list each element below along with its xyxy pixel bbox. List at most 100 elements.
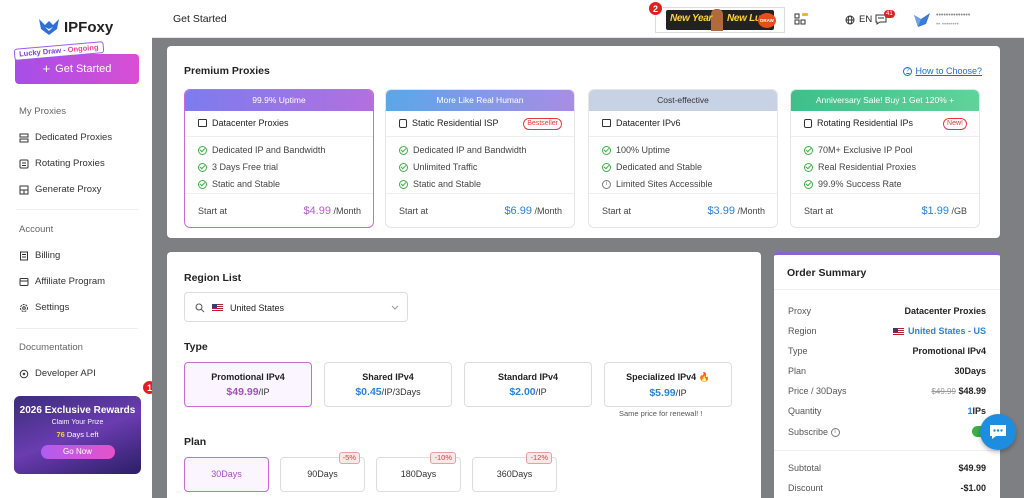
card-name-label: Datacenter IPv6	[616, 118, 681, 128]
type-option-price-value: $5.99	[649, 387, 676, 399]
card-feature-label: 100% Uptime	[616, 145, 671, 155]
shield-icon	[399, 118, 407, 128]
sidebar-item-affiliate-program[interactable]: Affiliate Program	[19, 276, 105, 287]
card-footer: Start at $1.99 /GB	[791, 193, 979, 227]
order-row-key: Quantity	[788, 406, 822, 416]
type-option-unit: /IP	[535, 387, 547, 397]
order-row-quantity: Quantity 1IPs	[788, 406, 986, 416]
card-price-unit: /Month	[333, 206, 361, 216]
order-summary-panel: Order Summary Proxy Datacenter Proxies Re…	[774, 252, 1000, 498]
plan-option-30days[interactable]: 30Days	[184, 457, 269, 492]
card-feature-label: 3 Days Free trial	[212, 162, 279, 172]
reward-promo-card[interactable]: 2026 Exclusive Rewards Claim Your Prize …	[7, 390, 148, 493]
check-icon	[198, 162, 207, 172]
sidebar-item-billing[interactable]: Billing	[19, 250, 60, 261]
order-row-key: Type	[788, 346, 808, 356]
sidebar-item-dedicated-proxies[interactable]: Dedicated Proxies	[19, 132, 112, 143]
brand-logo[interactable]: IPFoxy	[38, 18, 113, 36]
order-old-price: $49.99	[931, 387, 956, 396]
order-price-value: $48.99	[958, 386, 986, 396]
language-selector[interactable]: EN	[845, 14, 872, 25]
type-option-specialized-ipv4[interactable]: Specialized IPv4 🔥 $5.99/IP	[604, 362, 732, 407]
type-option-price-value: $0.45	[355, 386, 382, 398]
card-feature-label: 99.9% Success Rate	[818, 179, 902, 189]
plan-title: Plan	[184, 436, 207, 448]
sidebar-item-settings[interactable]: Settings	[19, 302, 69, 313]
banner-draw-button[interactable]: DRAW	[758, 13, 776, 28]
reward-banner: 2026 Exclusive Rewards Claim Your Prize …	[14, 396, 141, 474]
plan-option-90days[interactable]: 90Days -5%	[280, 452, 365, 492]
sidebar-item-rotating-proxies[interactable]: Rotating Proxies	[19, 158, 105, 169]
region-list-title: Region List	[184, 272, 242, 284]
order-row-price: Price / 30Days $49.99 $48.99	[788, 386, 986, 396]
card-feature-label: Static and Stable	[212, 179, 281, 189]
card-datacenter-ipv6[interactable]: Cost-effective Datacenter IPv6 100% Upti…	[588, 89, 778, 228]
avatar[interactable]	[913, 12, 931, 28]
region-selected-value: United States	[230, 303, 285, 313]
card-divider	[791, 136, 979, 137]
discount-badge: -10%	[430, 452, 456, 464]
new-year-lucky-draw-banner[interactable]: New Year New Luck DRAW	[655, 7, 785, 33]
region-select[interactable]: United States	[184, 292, 408, 322]
brand-name: IPFoxy	[64, 18, 114, 36]
how-to-choose-link[interactable]: ? How to Choose?	[903, 66, 982, 76]
start-at-label: Start at	[399, 206, 429, 216]
card-price-unit: /GB	[951, 206, 967, 216]
type-option-price: $2.00/IP	[465, 386, 591, 398]
rotating-ip-icon	[804, 118, 812, 128]
lucky-draw-status: Ongoing	[67, 42, 99, 55]
card-feature-label: Dedicated and Stable	[616, 162, 703, 172]
plan-option-label: 360Days	[496, 469, 533, 479]
order-row-key: Region	[788, 326, 817, 336]
type-option-shared-ipv4[interactable]: Shared IPv4 $0.45/IP/3Days	[324, 362, 452, 407]
globe-icon	[845, 15, 855, 24]
card-name-label: Rotating Residential IPs	[817, 118, 914, 128]
page-title: Get Started	[173, 13, 227, 25]
type-option-name: Shared IPv4	[362, 372, 414, 382]
card-static-residential-isp[interactable]: More Like Real Human Static Residential …	[385, 89, 575, 228]
sidebar-item-developer-api[interactable]: Developer API	[19, 368, 96, 379]
plan-option-180days[interactable]: 180Days -10%	[376, 452, 461, 492]
info-icon: i	[830, 428, 840, 438]
card-feature: Unlimited Traffic	[399, 162, 477, 172]
card-feature: Dedicated IP and Bandwidth	[198, 145, 325, 155]
type-option-promotional-ipv4[interactable]: Promotional IPv4 $49.99/IP	[184, 362, 312, 407]
type-option-standard-ipv4[interactable]: Standard IPv4 $2.00/IP	[464, 362, 592, 407]
order-row-type: Type Promotional IPv4	[788, 346, 986, 356]
question-icon: ?	[903, 66, 913, 76]
order-row-value: 30Days	[954, 366, 986, 376]
section-documentation: Documentation	[19, 342, 83, 353]
card-footer: Start at $4.99 /Month	[185, 193, 373, 227]
order-row-discount: Discount -$1.00	[788, 483, 986, 493]
order-row-value: 1IPs	[967, 406, 986, 416]
sidebar-item-generate-proxy[interactable]: Generate Proxy	[19, 184, 102, 195]
qr-code-icon[interactable]	[794, 13, 808, 25]
card-price-unit: /Month	[534, 206, 562, 216]
order-row-key: Proxy	[788, 306, 812, 316]
quantity-unit: IPs	[972, 406, 986, 416]
card-feature-label: Dedicated IP and Bandwidth	[413, 145, 527, 155]
check-icon	[602, 145, 611, 155]
card-name: Static Residential ISP	[399, 118, 499, 128]
card-datacenter-proxies[interactable]: 99.9% Uptime Datacenter Proxies Dedicate…	[184, 89, 374, 228]
get-started-label: Get Started	[55, 63, 112, 75]
card-rotating-residential-ips[interactable]: Anniversary Sale! Buy 1 Get 120% + Rotat…	[790, 89, 980, 228]
card-feature: 99.9% Success Rate	[804, 179, 902, 189]
card-feature: 70M+ Exclusive IP Pool	[804, 145, 913, 155]
card-price: $4.99 /Month	[303, 205, 361, 217]
go-now-button[interactable]: Go Now	[40, 445, 115, 459]
user-email[interactable]: ••••••••••••••	[936, 12, 970, 19]
plan-option-360days[interactable]: 360Days -12%	[472, 452, 557, 492]
card-feature-label: Unlimited Traffic	[413, 162, 478, 172]
card-feature: Real Residential Proxies	[804, 162, 916, 172]
live-chat-button[interactable]	[980, 414, 1016, 450]
order-summary-title: Order Summary	[787, 267, 867, 279]
reward-days-text: Days Left	[66, 430, 99, 439]
check-icon	[399, 162, 408, 172]
type-option-unit: /IP/3Days	[381, 387, 421, 397]
card-name: Rotating Residential IPs	[804, 118, 913, 128]
order-row-subscribe: Subscribe i	[788, 426, 994, 438]
chat-icon	[990, 425, 1006, 439]
reward-subtitle: Claim Your Prize	[51, 419, 104, 426]
billing-icon	[20, 251, 28, 260]
